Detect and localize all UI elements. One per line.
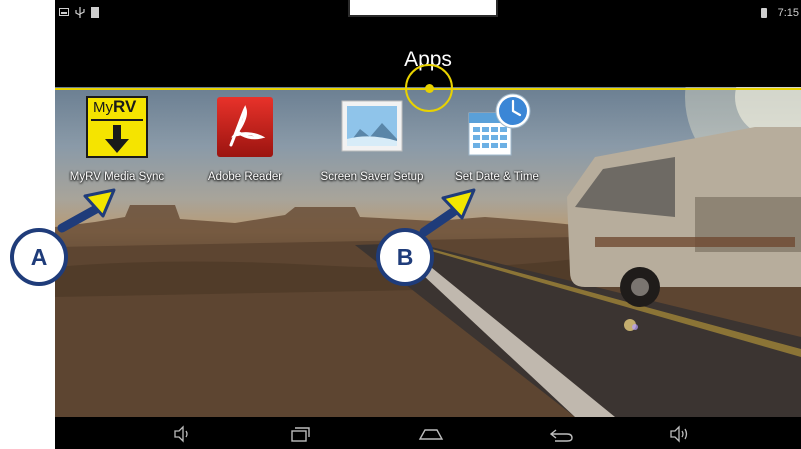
volume-down-icon[interactable]	[167, 424, 197, 444]
app-label-adobe-reader[interactable]: Adobe Reader	[180, 171, 310, 183]
callout-b: B	[376, 228, 434, 286]
figure-label-tab	[348, 0, 498, 17]
back-icon[interactable]	[547, 424, 577, 444]
sd-card-icon	[91, 7, 99, 21]
myrv-logo-my: My	[93, 99, 113, 116]
recent-apps-icon[interactable]	[285, 424, 315, 444]
calendar-clock-icon[interactable]	[465, 93, 531, 159]
device-screen: 7:15 Apps My RV MyRV Media Sync Adobe Re…	[55, 0, 801, 449]
callout-a: A	[10, 228, 68, 286]
navigation-bar	[55, 417, 801, 449]
usb-icon	[75, 7, 85, 21]
app-label-myrv-media-sync[interactable]: MyRV Media Sync	[55, 171, 182, 183]
volume-up-icon[interactable]	[665, 424, 695, 444]
myrv-media-sync-icon[interactable]: My RV	[85, 95, 149, 159]
battery-icon	[761, 8, 767, 18]
image-icon	[59, 7, 69, 20]
screen-saver-icon[interactable]	[340, 95, 404, 159]
app-label-set-date-time[interactable]: Set Date & Time	[432, 171, 562, 183]
touch-indicator-dot	[425, 84, 434, 93]
myrv-logo-rv: RV	[113, 97, 137, 116]
app-label-screen-saver-setup[interactable]: Screen Saver Setup	[307, 171, 437, 183]
status-clock: 7:15	[777, 7, 799, 19]
adobe-reader-icon[interactable]	[213, 95, 277, 159]
home-icon[interactable]	[416, 424, 446, 444]
